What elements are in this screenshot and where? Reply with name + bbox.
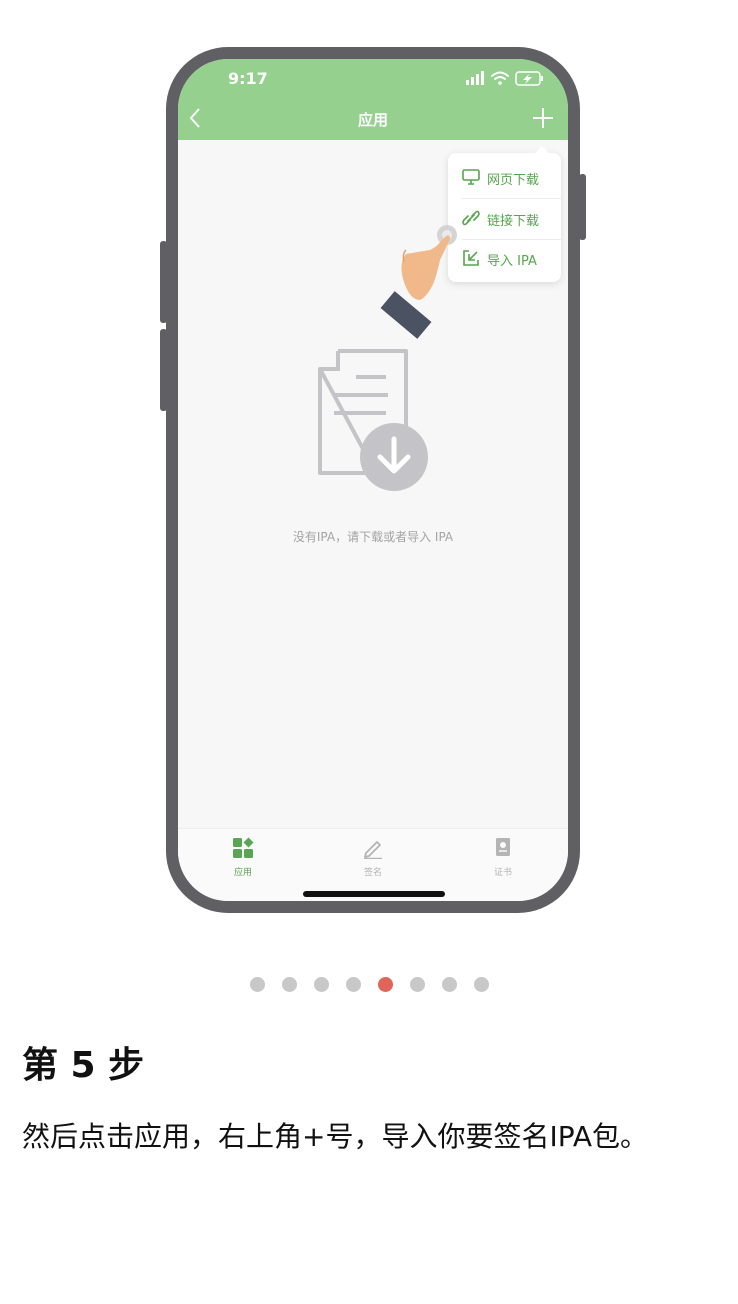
menu-item-link-download[interactable]: 链接下载 bbox=[448, 199, 561, 239]
menu-item-label: 链接下载 bbox=[487, 214, 540, 229]
signal-icon bbox=[466, 71, 484, 85]
home-indicator[interactable] bbox=[303, 891, 445, 897]
page-dot[interactable] bbox=[281, 977, 297, 992]
step-title: 第 5 步 bbox=[22, 1045, 145, 1086]
tab-label: 签名 bbox=[363, 868, 382, 878]
empty-document-icon bbox=[316, 347, 434, 501]
page-dot[interactable] bbox=[441, 977, 457, 992]
battery-charging-icon bbox=[515, 71, 543, 86]
page-dot[interactable] bbox=[249, 977, 265, 992]
hand-palm bbox=[401, 235, 450, 300]
page-dot[interactable] bbox=[345, 977, 361, 992]
pen-icon bbox=[308, 837, 438, 863]
status-icons bbox=[466, 71, 546, 91]
menu-item-web-download[interactable]: 网页下载 bbox=[448, 158, 561, 198]
page-dot-active[interactable] bbox=[377, 977, 393, 992]
tap-hand-illustration bbox=[374, 224, 464, 353]
wifi-icon bbox=[491, 71, 509, 80]
sleeve bbox=[380, 291, 432, 339]
apps-grid-icon bbox=[178, 837, 308, 863]
nav-title: 应用 bbox=[357, 111, 388, 129]
status-time: 9:17 bbox=[228, 69, 268, 88]
certificate-icon bbox=[438, 837, 568, 863]
nav-header: 9:17 应用 bbox=[178, 59, 568, 140]
tab-label: 证书 bbox=[493, 868, 512, 878]
menu-item-import-ipa[interactable]: 导入 IPA bbox=[448, 239, 561, 279]
add-dropdown-menu: 网页下载 链接下载 导入 IPA bbox=[448, 146, 561, 282]
step-description: 然后点击应用，右上角+号，导入你要签名IPA包。 bbox=[22, 1120, 648, 1153]
tab-sign[interactable]: 签名 bbox=[308, 837, 438, 878]
add-plus-icon[interactable] bbox=[532, 107, 554, 133]
link-icon bbox=[462, 210, 480, 230]
monitor-icon bbox=[462, 169, 480, 189]
tab-certificate[interactable]: 证书 bbox=[438, 837, 568, 878]
tab-label: 应用 bbox=[233, 868, 252, 878]
phone-screen: 9:17 应用 网页下载 链接下载 导入 IPA 没有IPA，请下载或者导入 I… bbox=[178, 59, 568, 901]
tab-apps[interactable]: 应用 bbox=[178, 837, 308, 878]
empty-state-message: 没有IPA，请下载或者导入 IPA bbox=[292, 530, 454, 544]
page-dot[interactable] bbox=[313, 977, 329, 992]
page-dot[interactable] bbox=[409, 977, 425, 992]
import-icon bbox=[462, 250, 480, 270]
menu-item-label: 网页下载 bbox=[487, 173, 540, 188]
menu-item-label: 导入 IPA bbox=[487, 254, 537, 269]
wifi-dot bbox=[498, 81, 502, 85]
phone-power-button bbox=[579, 174, 586, 240]
page-dot[interactable] bbox=[473, 977, 489, 992]
pagination-dots bbox=[0, 977, 738, 992]
